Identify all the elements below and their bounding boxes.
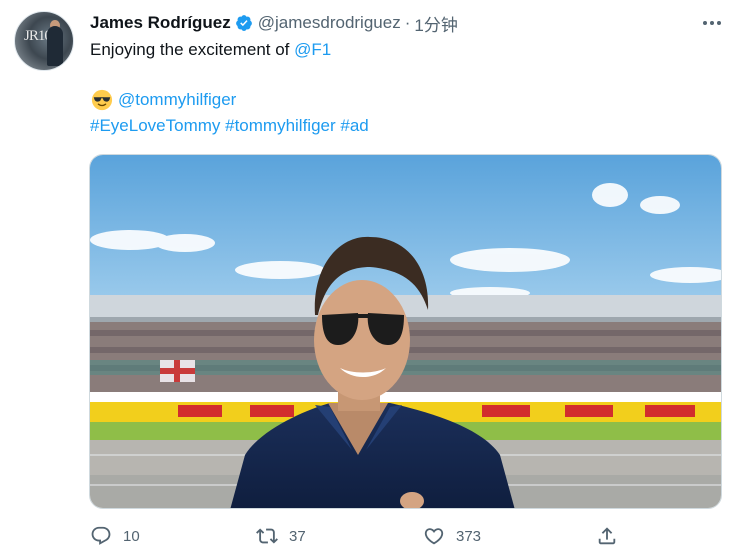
tweet-timestamp[interactable]: 1分钟 (414, 11, 457, 36)
retweet-button[interactable]: 37 (256, 522, 306, 550)
avatar-person (47, 26, 63, 66)
like-count: 373 (456, 527, 482, 545)
reply-icon (91, 526, 111, 545)
reply-button[interactable]: 10 (90, 522, 140, 550)
tweet-hashtags[interactable]: #EyeLoveTommy #tommyhilfiger #ad (90, 115, 369, 137)
reply-count: 10 (123, 527, 140, 545)
mention-tommyhilfiger[interactable]: @tommyhilfiger (118, 89, 236, 111)
tweet-text-line1: Enjoying the excitement of @F1 (90, 39, 331, 61)
tweet-media-photo[interactable] (89, 154, 722, 509)
mention-f1[interactable]: @F1 (294, 40, 331, 59)
author-name[interactable]: James Rodríguez (90, 13, 231, 33)
share-icon (598, 527, 616, 545)
share-button[interactable] (596, 522, 629, 550)
author-handle[interactable]: @jamesdrodriguez (258, 13, 401, 33)
separator-dot: · (404, 13, 411, 32)
tweet: JR10 James Rodríguez @jamesdrodriguez · … (0, 0, 750, 552)
avatar[interactable]: JR10 (14, 11, 74, 71)
like-icon (424, 528, 444, 545)
tweet-actions: 10 37 373 (90, 522, 730, 550)
like-button[interactable]: 373 (423, 522, 481, 550)
verified-badge-icon (235, 15, 252, 31)
tweet-text: Enjoying the excitement of (90, 40, 295, 59)
retweet-count: 37 (289, 527, 306, 545)
tweet-header: James Rodríguez @jamesdrodriguez · 1分钟 (90, 11, 458, 36)
sunglasses-emoji-icon (91, 89, 113, 111)
tweet-text-line3: @tommyhilfiger (90, 89, 236, 111)
more-options-icon[interactable] (700, 12, 724, 34)
retweet-icon (256, 528, 278, 544)
